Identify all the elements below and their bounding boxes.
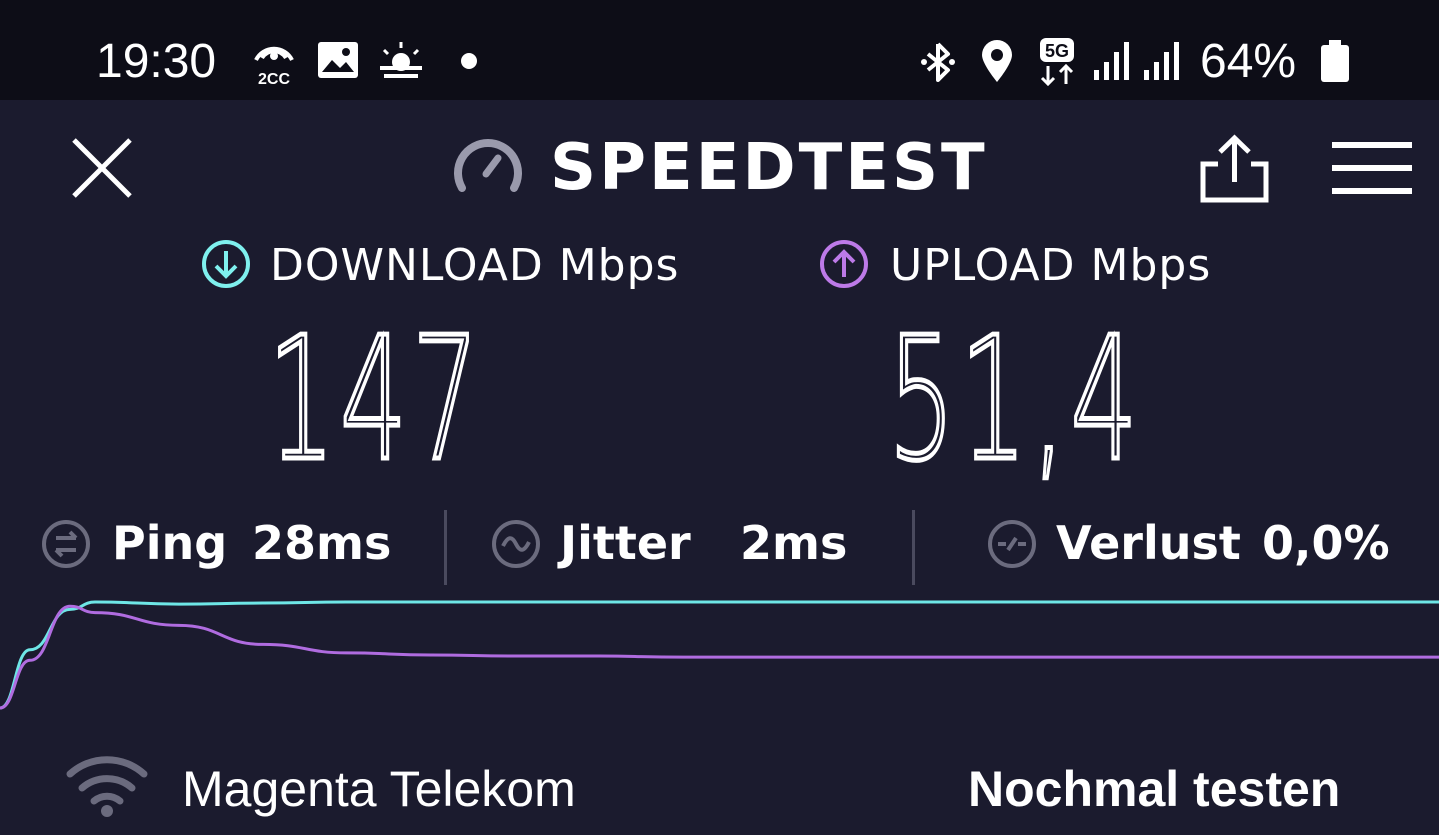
notification-dot-icon — [461, 53, 477, 69]
upload-arrow-icon — [820, 240, 868, 288]
upload-speed-line — [0, 604, 1439, 710]
provider-name: Magenta Telekom — [182, 761, 576, 817]
upload-label: UPLOAD Mbps — [890, 240, 1212, 291]
bluetooth-icon — [921, 42, 955, 82]
jitter-value: 2ms — [740, 516, 848, 570]
speed-graph — [0, 600, 1439, 710]
download-label: DOWNLOAD Mbps — [270, 240, 680, 291]
ping-value: 28ms — [252, 516, 392, 570]
battery-percentage: 64% — [1200, 35, 1297, 88]
close-icon[interactable] — [70, 136, 134, 200]
download-arrow-icon — [202, 240, 250, 288]
ping-icon — [42, 520, 90, 568]
sunrise-weather-icon — [380, 42, 422, 78]
stat-divider — [444, 510, 447, 585]
download-value: 147 — [266, 301, 485, 499]
share-icon[interactable] — [1200, 134, 1270, 204]
5g-icon: 5G — [1040, 38, 1074, 86]
hamburger-menu-icon[interactable] — [1332, 140, 1412, 196]
jitter-icon — [492, 520, 540, 568]
location-icon — [982, 40, 1012, 82]
download-speed-line — [0, 600, 1439, 710]
loss-value: 0,0% — [1262, 516, 1390, 570]
packet-loss-icon — [988, 520, 1036, 568]
status-bar: 19:30 2CC 5G 64% — [0, 0, 1439, 100]
status-time: 19:30 — [96, 35, 217, 88]
battery-icon — [1321, 40, 1349, 82]
signal-icon — [1144, 42, 1179, 80]
2cc-hotspot-icon: 2CC — [254, 46, 294, 86]
wifi-icon — [66, 756, 148, 817]
speedometer-icon — [454, 139, 522, 192]
loss-label: Verlust — [1056, 516, 1241, 570]
ping-label: Ping — [112, 516, 228, 570]
signal-icon — [1094, 42, 1129, 80]
svg-text:5G: 5G — [1045, 41, 1069, 61]
app-title: SPEEDTEST — [550, 131, 988, 205]
stat-divider — [912, 510, 915, 585]
upload-value: 51,4 — [886, 301, 1143, 499]
retest-button[interactable]: Nochmal testen — [968, 760, 1340, 818]
svg-text:2CC: 2CC — [258, 71, 290, 86]
jitter-label: Jitter — [560, 516, 691, 570]
image-icon — [318, 42, 358, 78]
